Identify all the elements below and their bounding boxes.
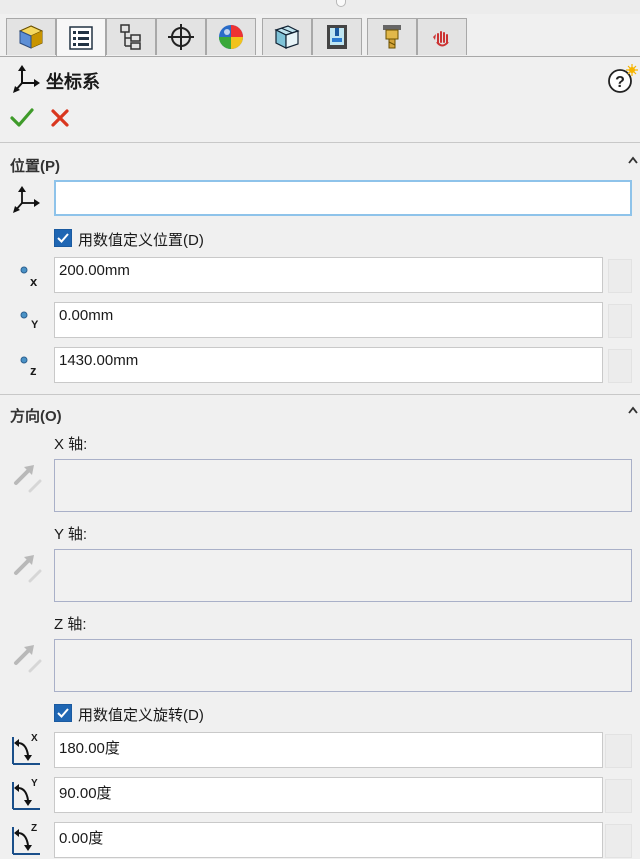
- tab-display-manager[interactable]: [206, 18, 256, 55]
- rotation-x-spinner[interactable]: [605, 734, 632, 768]
- panel-title: 坐标系: [46, 72, 100, 92]
- manager-tab-bar: [0, 14, 640, 57]
- svg-text:?: ?: [615, 74, 625, 91]
- rotate-y-letter: Y: [31, 778, 38, 789]
- origin-select-icon: [13, 186, 40, 213]
- rotation-x-input[interactable]: 180.00度: [54, 732, 603, 768]
- configuration-manager-icon: [120, 24, 141, 50]
- cancel-close-icon[interactable]: [50, 108, 70, 128]
- tab-cube-layers[interactable]: [262, 18, 312, 55]
- appearance-sphere-icon: [219, 25, 243, 49]
- ok-checkmark-icon[interactable]: [10, 107, 34, 129]
- z-coordinate-spinner[interactable]: [608, 349, 632, 383]
- y-axis-label: Y 轴:: [54, 526, 88, 543]
- numeric-rotation-label: 用数值定义旋转(D): [78, 707, 204, 724]
- z-axis-label: Z 轴:: [54, 616, 87, 633]
- checkmark-icon: [57, 708, 69, 718]
- z-coordinate-letter: z: [30, 363, 37, 378]
- y-coordinate-letter: Y: [31, 319, 39, 331]
- divider: [0, 142, 640, 143]
- tab-configuration-manager[interactable]: [106, 18, 156, 55]
- machine-station-icon: [327, 25, 347, 49]
- numeric-position-label: 用数值定义位置(D): [78, 232, 204, 249]
- numeric-rotation-checkbox[interactable]: [54, 704, 72, 722]
- tab-feature-manager[interactable]: [6, 18, 56, 55]
- x-axis-label: X 轴:: [54, 436, 88, 453]
- orientation-section-header[interactable]: 方向(O): [10, 405, 62, 426]
- x-axis-selection-box[interactable]: [54, 459, 632, 512]
- tab-drill-tool[interactable]: [367, 18, 417, 55]
- y-coordinate-input[interactable]: 0.00mm: [54, 302, 603, 338]
- crosshair-target-icon: [168, 24, 194, 50]
- y-axis-selection-box[interactable]: [54, 549, 632, 602]
- rotate-z-letter: Z: [31, 823, 38, 834]
- tab-hand[interactable]: [417, 18, 467, 55]
- axis-direction-arrow-icon: [14, 555, 42, 583]
- rotation-z-input[interactable]: 0.00度: [54, 822, 603, 858]
- rotate-z-icon: [12, 827, 40, 855]
- rotate-x-letter: X: [31, 733, 38, 744]
- hand-icon: [433, 31, 449, 47]
- checkmark-icon: [57, 233, 69, 243]
- origin-selection-box[interactable]: [54, 180, 632, 216]
- coordinate-system-icon: [13, 65, 40, 93]
- position-section-header[interactable]: 位置(P): [10, 155, 60, 176]
- axis-direction-arrow-icon: [14, 645, 42, 673]
- z-coordinate-input[interactable]: 1430.00mm: [54, 347, 603, 383]
- axis-direction-arrow-icon: [14, 465, 42, 493]
- cube-layers-icon: [274, 25, 300, 49]
- y-coordinate-spinner[interactable]: [608, 304, 632, 338]
- divider: [0, 394, 640, 395]
- rotate-x-icon: [12, 737, 40, 765]
- part-feature-icon: [18, 25, 44, 49]
- collapse-chevron-up-icon[interactable]: [628, 405, 638, 415]
- window-top-strip: [0, 0, 640, 14]
- tab-machine-station[interactable]: [312, 18, 362, 55]
- rotate-y-icon: [12, 782, 40, 810]
- numeric-position-checkbox[interactable]: [54, 229, 72, 247]
- x-coordinate-input[interactable]: 200.00mm: [54, 257, 603, 293]
- collapse-chevron-up-icon[interactable]: [628, 155, 638, 165]
- z-axis-selection-box[interactable]: [54, 639, 632, 692]
- x-coordinate-spinner[interactable]: [608, 259, 632, 293]
- rotation-y-spinner[interactable]: [605, 779, 632, 813]
- help-question-icon[interactable]: ?: [606, 64, 638, 96]
- tab-property-manager[interactable]: [56, 18, 106, 56]
- x-coordinate-letter: x: [30, 274, 38, 289]
- drill-tool-icon: [383, 25, 401, 49]
- rotation-z-spinner[interactable]: [605, 824, 632, 858]
- tab-dimxpert-manager[interactable]: [156, 18, 206, 55]
- rotation-y-input[interactable]: 90.00度: [54, 777, 603, 813]
- property-manager-icon: [69, 25, 93, 50]
